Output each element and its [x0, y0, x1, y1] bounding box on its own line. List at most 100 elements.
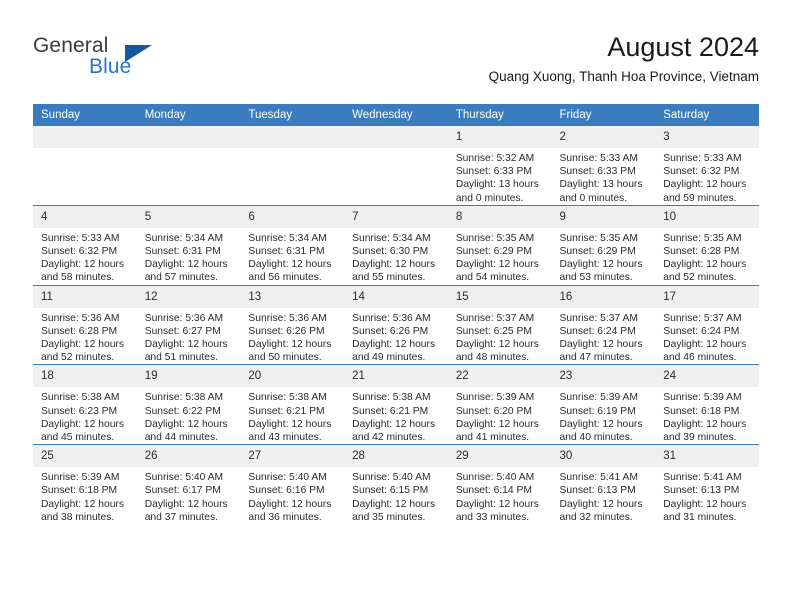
- calendar-cell-day[interactable]: 30 Sunrise: 5:41 AM Sunset: 6:13 PM Dayligh…: [551, 444, 656, 525]
- sunrise-text: Sunrise: 5:39 AM: [455, 392, 535, 404]
- calendar-cell-day[interactable]: 5 Sunrise: 5:34 AM Sunset: 6:31 PM Daylight…: [136, 204, 241, 286]
- weekday-header-thursday: Thursday: [447, 104, 552, 126]
- calendar-cell-day[interactable]: 27 Sunrise: 5:40 AM Sunset: 6:16 PM Dayligh…: [240, 444, 345, 525]
- day-number: 10: [655, 205, 759, 228]
- sunset-text: Sunset: 6:28 PM: [663, 246, 740, 258]
- day-details: Sunrise: 5:39 AM Sunset: 6:18 PM Daylight:…: [33, 467, 137, 524]
- daylight-text-line1: Daylight: 12 hours: [248, 498, 332, 510]
- sunrise-text: Sunrise: 5:39 AM: [41, 472, 120, 484]
- calendar-week-row: 18 Sunrise: 5:38 AM Sunset: 6:23 PM Dayligh…: [33, 364, 759, 445]
- calendar-cell-day[interactable]: 24 Sunrise: 5:39 AM Sunset: 6:18 PM Dayligh…: [655, 364, 759, 445]
- day-number: 17: [655, 285, 759, 308]
- day-details: Sunrise: 5:34 AM Sunset: 6:30 PM Daylight:…: [344, 228, 448, 285]
- day-number: 2: [551, 126, 656, 148]
- sunrise-text: Sunrise: 5:36 AM: [41, 312, 120, 324]
- daylight-text-line1: Daylight: 12 hours: [663, 259, 747, 271]
- calendar-cell-day[interactable]: 13 Sunrise: 5:36 AM Sunset: 6:26 PM Dayligh…: [240, 284, 345, 365]
- daylight-text-line1: Daylight: 12 hours: [144, 259, 228, 271]
- sunset-text: Sunset: 6:29 PM: [455, 246, 532, 258]
- calendar-cell-empty: [33, 126, 137, 206]
- sunrise-text: Sunrise: 5:38 AM: [248, 392, 327, 404]
- daylight-text-line1: Daylight: 12 hours: [455, 339, 539, 351]
- day-details: Sunrise: 5:41 AM Sunset: 6:13 PM Daylight:…: [655, 467, 759, 524]
- daylight-text-line1: Daylight: 12 hours: [41, 259, 124, 271]
- sunset-text: Sunset: 6:19 PM: [559, 405, 636, 417]
- daylight-text-line1: Daylight: 12 hours: [663, 179, 747, 191]
- calendar-cell-day[interactable]: 3 Sunrise: 5:33 AM Sunset: 6:32 PM Daylight…: [655, 126, 759, 206]
- calendar-cell-day[interactable]: 9 Sunrise: 5:35 AM Sunset: 6:29 PM Daylight…: [551, 204, 656, 286]
- sunset-text: Sunset: 6:24 PM: [663, 325, 740, 337]
- sunrise-text: Sunrise: 5:40 AM: [144, 472, 224, 484]
- sunset-text: Sunset: 6:18 PM: [41, 485, 118, 497]
- daylight-text-line2: and 44 minutes.: [144, 432, 218, 444]
- day-details: Sunrise: 5:40 AM Sunset: 6:15 PM Daylight:…: [344, 467, 448, 524]
- sunset-text: Sunset: 6:16 PM: [248, 485, 325, 497]
- calendar-cell-day[interactable]: 31 Sunrise: 5:41 AM Sunset: 6:13 PM Dayligh…: [655, 444, 759, 525]
- calendar-cell-day[interactable]: 14 Sunrise: 5:36 AM Sunset: 6:26 PM Dayligh…: [344, 284, 448, 365]
- day-number: 11: [33, 285, 137, 308]
- brand-logo[interactable]: General Blue: [33, 34, 213, 90]
- day-number: 13: [240, 285, 345, 308]
- calendar-cell-day[interactable]: 8 Sunrise: 5:35 AM Sunset: 6:29 PM Daylight…: [447, 204, 552, 286]
- daylight-text-line1: Daylight: 12 hours: [248, 259, 332, 271]
- daylight-text-line1: Daylight: 12 hours: [144, 418, 228, 430]
- calendar-cell-day[interactable]: 29 Sunrise: 5:40 AM Sunset: 6:14 PM Dayligh…: [447, 444, 552, 525]
- sunrise-text: Sunrise: 5:36 AM: [248, 312, 327, 324]
- sunrise-text: Sunrise: 5:32 AM: [455, 153, 535, 164]
- day-number: [33, 126, 137, 148]
- sunrise-text: Sunrise: 5:38 AM: [352, 392, 431, 404]
- calendar-cell-day[interactable]: 4 Sunrise: 5:33 AM Sunset: 6:32 PM Daylight…: [33, 204, 137, 286]
- day-number: 3: [655, 126, 759, 148]
- weekday-header-tuesday: Tuesday: [240, 104, 345, 126]
- calendar-cell-day[interactable]: 2 Sunrise: 5:33 AM Sunset: 6:33 PM Daylight…: [551, 126, 656, 206]
- sunrise-text: Sunrise: 5:41 AM: [663, 472, 742, 484]
- daylight-text-line1: Daylight: 12 hours: [352, 339, 436, 351]
- calendar-cell-day[interactable]: 19 Sunrise: 5:38 AM Sunset: 6:22 PM Dayligh…: [136, 364, 241, 445]
- sunrise-text: Sunrise: 5:35 AM: [455, 232, 535, 244]
- calendar-cell-day[interactable]: 26 Sunrise: 5:40 AM Sunset: 6:17 PM Dayligh…: [136, 444, 241, 525]
- calendar-cell-empty: [136, 126, 241, 206]
- daylight-text-line1: Daylight: 12 hours: [663, 418, 747, 430]
- day-number: 14: [344, 285, 448, 308]
- calendar-cell-day[interactable]: 10 Sunrise: 5:35 AM Sunset: 6:28 PM Dayligh…: [655, 204, 759, 286]
- calendar-cell-day[interactable]: 22 Sunrise: 5:39 AM Sunset: 6:20 PM Dayligh…: [447, 364, 552, 445]
- daylight-text-line1: Daylight: 12 hours: [559, 418, 643, 430]
- day-details: Sunrise: 5:38 AM Sunset: 6:21 PM Daylight:…: [240, 387, 344, 444]
- calendar-cell-day[interactable]: 1 Sunrise: 5:32 AM Sunset: 6:33 PM Daylight…: [447, 126, 552, 206]
- calendar-cell-day[interactable]: 25 Sunrise: 5:39 AM Sunset: 6:18 PM Dayligh…: [33, 444, 137, 525]
- day-number: 19: [136, 365, 241, 388]
- calendar-cell-day[interactable]: 28 Sunrise: 5:40 AM Sunset: 6:15 PM Dayligh…: [344, 444, 448, 525]
- daylight-text-line2: and 39 minutes.: [663, 432, 737, 444]
- sunset-text: Sunset: 6:26 PM: [352, 325, 429, 337]
- calendar-cell-day[interactable]: 12 Sunrise: 5:36 AM Sunset: 6:27 PM Dayligh…: [136, 284, 241, 365]
- day-number: 27: [240, 445, 345, 468]
- calendar-cell-day[interactable]: 20 Sunrise: 5:38 AM Sunset: 6:21 PM Dayligh…: [240, 364, 345, 445]
- day-details: Sunrise: 5:37 AM Sunset: 6:24 PM Daylight:…: [655, 308, 759, 365]
- calendar-table: Sunday Monday Tuesday Wednesday Thursday…: [33, 104, 759, 525]
- sunset-text: Sunset: 6:17 PM: [144, 485, 221, 497]
- daylight-text-line2: and 50 minutes.: [248, 352, 322, 364]
- calendar-cell-day[interactable]: 16 Sunrise: 5:37 AM Sunset: 6:24 PM Dayligh…: [551, 284, 656, 365]
- sunset-text: Sunset: 6:26 PM: [248, 325, 325, 337]
- title-block: August 2024 Quang Xuong, Thanh Hoa Provi…: [489, 30, 759, 87]
- daylight-text-line1: Daylight: 12 hours: [352, 418, 436, 430]
- day-number: [344, 126, 448, 148]
- calendar-cell-day[interactable]: 18 Sunrise: 5:38 AM Sunset: 6:23 PM Dayligh…: [33, 364, 137, 445]
- daylight-text-line2: and 59 minutes.: [663, 192, 737, 204]
- calendar-cell-day[interactable]: 11 Sunrise: 5:36 AM Sunset: 6:28 PM Dayligh…: [33, 284, 137, 365]
- page-header: General Blue August 2024 Quang Xuong, Th…: [33, 30, 759, 92]
- calendar-cell-day[interactable]: 7 Sunrise: 5:34 AM Sunset: 6:30 PM Daylight…: [344, 204, 448, 286]
- daylight-text-line1: Daylight: 12 hours: [248, 418, 332, 430]
- calendar-cell-day[interactable]: 15 Sunrise: 5:37 AM Sunset: 6:25 PM Dayligh…: [447, 284, 552, 365]
- calendar-cell-day[interactable]: 17 Sunrise: 5:37 AM Sunset: 6:24 PM Dayligh…: [655, 284, 759, 365]
- sunset-text: Sunset: 6:28 PM: [41, 325, 118, 337]
- day-number: 21: [344, 365, 448, 388]
- page-subtitle: Quang Xuong, Thanh Hoa Province, Vietnam: [488, 69, 759, 84]
- calendar-cell-day[interactable]: 21 Sunrise: 5:38 AM Sunset: 6:21 PM Dayligh…: [344, 364, 448, 445]
- day-details: Sunrise: 5:38 AM Sunset: 6:22 PM Daylight:…: [137, 387, 241, 444]
- calendar-cell-day[interactable]: 23 Sunrise: 5:39 AM Sunset: 6:19 PM Dayligh…: [551, 364, 656, 445]
- day-number: 29: [447, 445, 552, 468]
- calendar-cell-day[interactable]: 6 Sunrise: 5:34 AM Sunset: 6:31 PM Daylight…: [240, 204, 345, 286]
- calendar-page: General Blue August 2024 Quang Xuong, Th…: [0, 0, 792, 612]
- daylight-text-line1: Daylight: 12 hours: [41, 498, 124, 510]
